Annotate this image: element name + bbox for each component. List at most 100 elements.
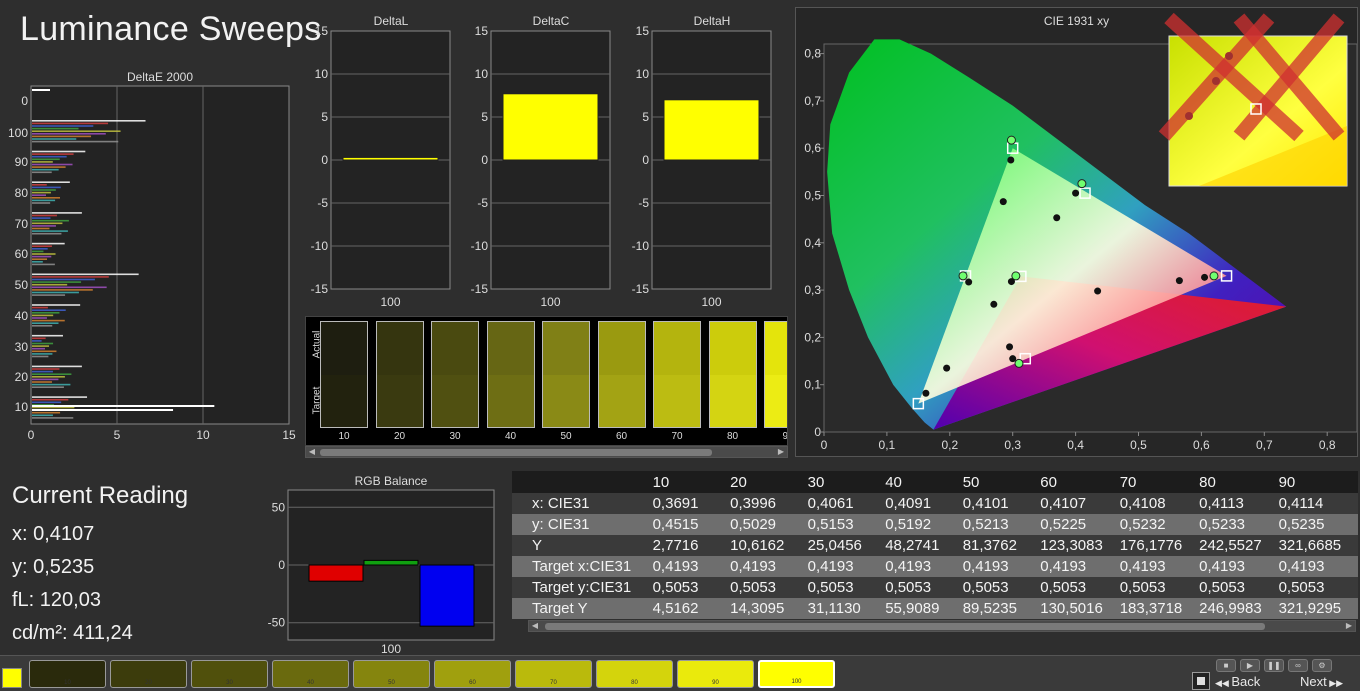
deltae-bar [32,255,52,258]
table-row: Target Y 4,5162 14,3095 31,1130 55,9089 89,52… [512,598,1358,619]
deltae-x-tick: 0 [28,428,35,442]
deltae-bar [32,212,82,214]
patch-chip[interactable]: 30 [191,660,268,688]
column-header: 50 [962,473,980,491]
row-label: Target x:CIE31 [532,558,632,575]
deltae-bar [32,191,51,194]
swatch-actual [654,322,700,375]
rgb-x-label: 100 [381,642,401,656]
deltae-y-tick: 70 [15,217,29,231]
x-label: 100 [540,295,560,309]
stop-icon[interactable]: ■ [1216,659,1236,672]
swatch[interactable] [708,321,757,428]
deltae-bar [32,409,174,411]
next-button[interactable]: Next ▶▶ [1300,674,1343,689]
y-tick: -10 [471,239,489,253]
swatch-panel: Actual Target 102030405060708090 [305,316,788,446]
swatch-actual [376,322,423,375]
play-icon[interactable]: ▶ [1240,659,1260,672]
rgb-bar-red [308,564,364,582]
table-scroll-left-icon[interactable]: ◀ [530,621,540,631]
current-reading-heading: Current Reading [12,482,189,509]
patch-chip-label: 50 [388,680,395,686]
y-tick: -15 [311,282,329,296]
swatch[interactable] [653,321,701,428]
target-point [1209,271,1219,281]
loop-icon[interactable]: ∞ [1288,659,1308,672]
delta-charts: DeltaL 15 10 5 0 -5 -10 -15 100 DeltaC 15 10 5 0 -5 -10… [305,10,795,310]
swatch-target [654,374,700,427]
table-cell: 0,5029 [730,516,777,533]
deltae-bar [32,120,146,122]
swatch-target [376,374,423,427]
patch-chip[interactable]: 90 [677,660,754,688]
swatch[interactable] [375,321,424,428]
swatch[interactable] [486,321,535,428]
patch-chip-label: 40 [307,680,314,686]
record-icon [1197,677,1205,685]
patch-chip[interactable]: 70 [515,660,592,688]
swatch[interactable] [542,321,590,428]
table-scroll-thumb[interactable] [545,623,1265,630]
deltae-bar [32,370,53,373]
deltae-bar [32,135,92,138]
patch-chip[interactable]: 80 [596,660,673,688]
table-cell: 0,5192 [885,516,932,533]
deltae-x-tick: 15 [282,428,296,442]
swatch-scrollbar[interactable]: ◀ ▶ [305,446,788,458]
deltae-bar [32,222,63,225]
deltae-bar [32,312,60,314]
deltae-bar [32,325,53,327]
back-button[interactable]: ◀◀ Back [1215,674,1260,689]
deltae-y-tick: 90 [15,155,29,169]
patch-chip[interactable]: 40 [272,660,349,688]
table-cell: 0,5053 [730,579,777,596]
patch-chip[interactable]: 50 [353,660,430,688]
cie-y-tick: 0,5 [804,189,821,203]
table-cell: 0,5232 [1119,516,1166,533]
patch-chip[interactable]: 100 [758,660,835,688]
y-tick: 5 [321,110,328,124]
delta-bar [663,99,760,161]
table-scroll-right-icon[interactable]: ▶ [1344,621,1354,631]
deltae-bar [32,378,59,381]
deltae-bar [32,125,94,127]
deltae-bar [32,353,53,355]
deltae-bar [32,278,95,281]
deltae-bar [32,383,71,386]
measured-point [1094,287,1102,295]
settings-icon[interactable]: ⚙ [1312,659,1332,672]
pause-icon[interactable]: ❚❚ [1264,659,1284,672]
deltae-bar [32,417,74,419]
swatch[interactable] [320,321,368,428]
scroll-left-icon[interactable]: ◀ [307,447,317,457]
patch-chip[interactable]: 60 [434,660,511,688]
table-cell: 0,4113 [1199,495,1244,512]
delta-bar [342,156,439,161]
measured-point [1175,277,1183,285]
reading-x: x: 0,4107 [12,523,95,545]
small-chart-plot: 15 10 5 0 -5 -10 -15 100 [632,24,772,309]
table-cell: 0,4193 [1119,558,1166,575]
swatch-actual [321,322,367,375]
cie-y-tick: 0,4 [804,236,821,250]
table-cell: 55,9089 [885,600,940,617]
reading-y: y: 0,5235 [12,556,95,578]
table-cell: 0,3996 [730,495,777,512]
swatch[interactable] [764,321,787,428]
scroll-thumb[interactable] [320,449,712,456]
table-cell: 0,4114 [1278,495,1324,512]
patch-chip[interactable]: 20 [110,660,187,688]
swatch-actual [487,322,534,375]
swatch[interactable] [597,321,646,428]
table-cell: 0,5233 [1199,516,1246,533]
deltae-y-tick: 50 [15,278,29,292]
scroll-right-icon[interactable]: ▶ [776,447,786,457]
swatch[interactable] [431,321,479,428]
next-label: Next [1300,674,1327,689]
deltae-bar [32,202,51,204]
table-scrollbar[interactable]: ◀ ▶ [528,620,1356,632]
record-button[interactable] [1192,672,1210,690]
patch-chip[interactable]: 10 [29,660,106,688]
rgb-bar-blue [419,564,475,627]
